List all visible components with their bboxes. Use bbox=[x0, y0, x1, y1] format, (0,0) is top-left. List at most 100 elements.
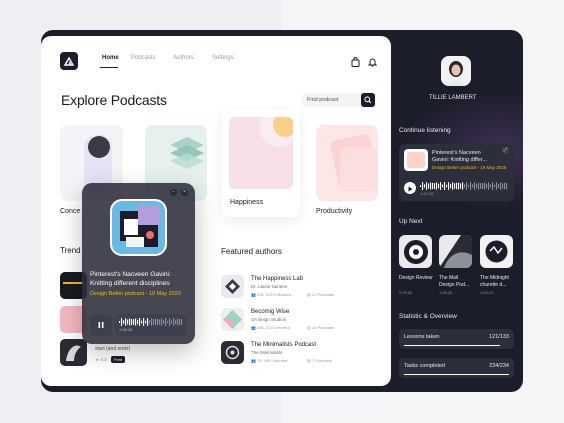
waveform-bar bbox=[135, 318, 137, 326]
waveform-bar bbox=[171, 320, 173, 324]
now-playing-waveform[interactable]: 1:45:25 bbox=[115, 314, 187, 336]
waveform-bar bbox=[181, 319, 183, 325]
waveform-bar bbox=[500, 182, 502, 190]
search-button[interactable] bbox=[361, 93, 375, 107]
waveform-bar bbox=[446, 184, 448, 188]
stat-value: 121/133 bbox=[489, 334, 509, 340]
pause-button[interactable] bbox=[90, 314, 112, 336]
waveform-bar bbox=[155, 318, 157, 326]
waveform-bar bbox=[151, 318, 153, 326]
stat-value: 234/234 bbox=[489, 363, 509, 369]
author-name: The Minimalists Podcast bbox=[251, 342, 317, 348]
minimize-icon[interactable]: − bbox=[170, 189, 177, 196]
upnext-duration-3: 1:55:23 bbox=[480, 290, 494, 295]
bell-icon[interactable] bbox=[367, 54, 378, 67]
waveform-bar bbox=[492, 182, 494, 190]
search-icon bbox=[364, 96, 372, 104]
author-followers: 👥 78, 345 Learners bbox=[251, 358, 288, 363]
waveform-bar bbox=[448, 182, 450, 190]
profile-name: TILLIE LAMBERT bbox=[429, 95, 477, 101]
stat-lessons: Lessons taken 121/133 bbox=[399, 329, 514, 349]
nav-settings[interactable]: Settings bbox=[212, 55, 234, 61]
waveform-bar bbox=[165, 318, 167, 326]
now-playing-art bbox=[110, 199, 167, 256]
waveform-bar bbox=[454, 183, 456, 189]
waveform-bar bbox=[438, 183, 440, 189]
waveform-bar bbox=[436, 182, 438, 190]
continue-card[interactable]: Pinterest's Nacveen Gavini: Knitting dif… bbox=[399, 144, 514, 201]
now-playing-card: − × Pinterest's Nacveen Gavini: Knitting… bbox=[82, 183, 195, 344]
stat-progress-bar bbox=[404, 344, 500, 346]
nav-authors[interactable]: Authors bbox=[173, 55, 194, 61]
author-avatar bbox=[221, 308, 244, 331]
waveform-bar bbox=[177, 318, 179, 326]
now-playing-time: 1:45:25 bbox=[119, 327, 133, 332]
stat-label: Tasks completed bbox=[404, 363, 445, 369]
waveform-bar bbox=[159, 319, 161, 325]
close-icon[interactable]: × bbox=[181, 189, 188, 196]
category-card-productivity[interactable] bbox=[316, 125, 379, 201]
play-button[interactable] bbox=[404, 182, 416, 194]
waveform-bar bbox=[125, 318, 127, 326]
waveform-bar bbox=[494, 184, 496, 188]
upnext-duration-2: 1:45:25 bbox=[439, 290, 453, 295]
upnext-title-1: Design Review bbox=[399, 275, 433, 281]
category-label-happiness: Happiness bbox=[230, 199, 264, 206]
author-podcasts: ▤ 7 Podcasts bbox=[307, 358, 332, 363]
author-host: The Minimalists bbox=[251, 350, 283, 355]
nav-active-indicator bbox=[100, 67, 118, 68]
upnext-thumb-3[interactable] bbox=[480, 235, 513, 268]
profile-avatar[interactable] bbox=[441, 56, 471, 86]
waveform-bar bbox=[466, 182, 468, 190]
continue-subtitle: Design Better podcast - 19 May 2020 bbox=[432, 165, 507, 170]
waveform-bar bbox=[450, 183, 452, 189]
waveform-bar bbox=[504, 182, 506, 190]
waveform-bar bbox=[430, 182, 432, 190]
waveform-bar bbox=[480, 182, 482, 190]
waveform-bar bbox=[145, 320, 147, 324]
author-row[interactable]: Becomig Wise On Beign Studios 👥 156, 213… bbox=[221, 308, 381, 332]
stat-label: Lessons taken bbox=[404, 334, 440, 340]
waveform-bar bbox=[482, 183, 484, 189]
author-followers: 👥 205, 928 Followers bbox=[251, 292, 291, 297]
author-row[interactable]: The Minimalists Podcast The Minimalists … bbox=[221, 341, 381, 365]
upnext-title-3: The Midnight charette d... bbox=[480, 275, 509, 288]
nav-home[interactable]: Home bbox=[102, 55, 119, 61]
upnext-thumb-2[interactable] bbox=[439, 235, 472, 268]
waveform-bar bbox=[129, 318, 131, 326]
app-logo[interactable] bbox=[60, 52, 78, 70]
now-playing-subtitle: Design Better podcast - 19 May 2020 bbox=[90, 291, 181, 297]
author-avatar bbox=[221, 275, 244, 298]
author-row[interactable]: The Happiness Lab Dr. Laurie Santers 👥 2… bbox=[221, 275, 381, 299]
continue-waveform[interactable] bbox=[420, 182, 508, 190]
waveform-bar bbox=[464, 184, 466, 188]
waveform-bar bbox=[167, 320, 169, 324]
waveform-bar bbox=[506, 182, 508, 190]
category-card-happiness[interactable]: Happiness bbox=[222, 109, 300, 217]
waveform-bar bbox=[173, 318, 175, 326]
page-title: Explore Podcasts bbox=[61, 92, 167, 108]
author-avatar bbox=[221, 341, 244, 364]
waveform-bar bbox=[502, 183, 504, 189]
nav-podcasts[interactable]: Podcasts bbox=[131, 55, 156, 61]
shopping-bag-icon[interactable] bbox=[351, 54, 361, 67]
waveform-bar bbox=[496, 182, 498, 190]
waveform-bar bbox=[175, 319, 177, 325]
waveform-bar bbox=[141, 320, 143, 324]
continue-heading: Continue listening bbox=[399, 127, 451, 134]
expand-icon[interactable]: ⤢ bbox=[502, 147, 509, 154]
featured-authors-heading: Featured authors bbox=[221, 247, 282, 256]
stat-tasks: Tasks completed 234/234 bbox=[399, 358, 514, 378]
waveform-bar bbox=[139, 318, 141, 326]
author-podcasts: ▤ 12 Podcasts bbox=[307, 292, 334, 297]
waveform-bar bbox=[458, 182, 460, 190]
author-name: The Happiness Lab bbox=[251, 276, 304, 282]
happiness-art bbox=[229, 117, 293, 189]
waveform-bar bbox=[478, 182, 480, 190]
waveform-bar bbox=[137, 319, 139, 325]
trending-thumb-3[interactable] bbox=[60, 339, 87, 366]
author-host: On Beign Studios bbox=[251, 317, 287, 322]
waveform-bar bbox=[179, 318, 181, 326]
upnext-thumb-1[interactable] bbox=[399, 235, 432, 268]
author-followers: 👥 156, 213 Learners bbox=[251, 325, 290, 330]
